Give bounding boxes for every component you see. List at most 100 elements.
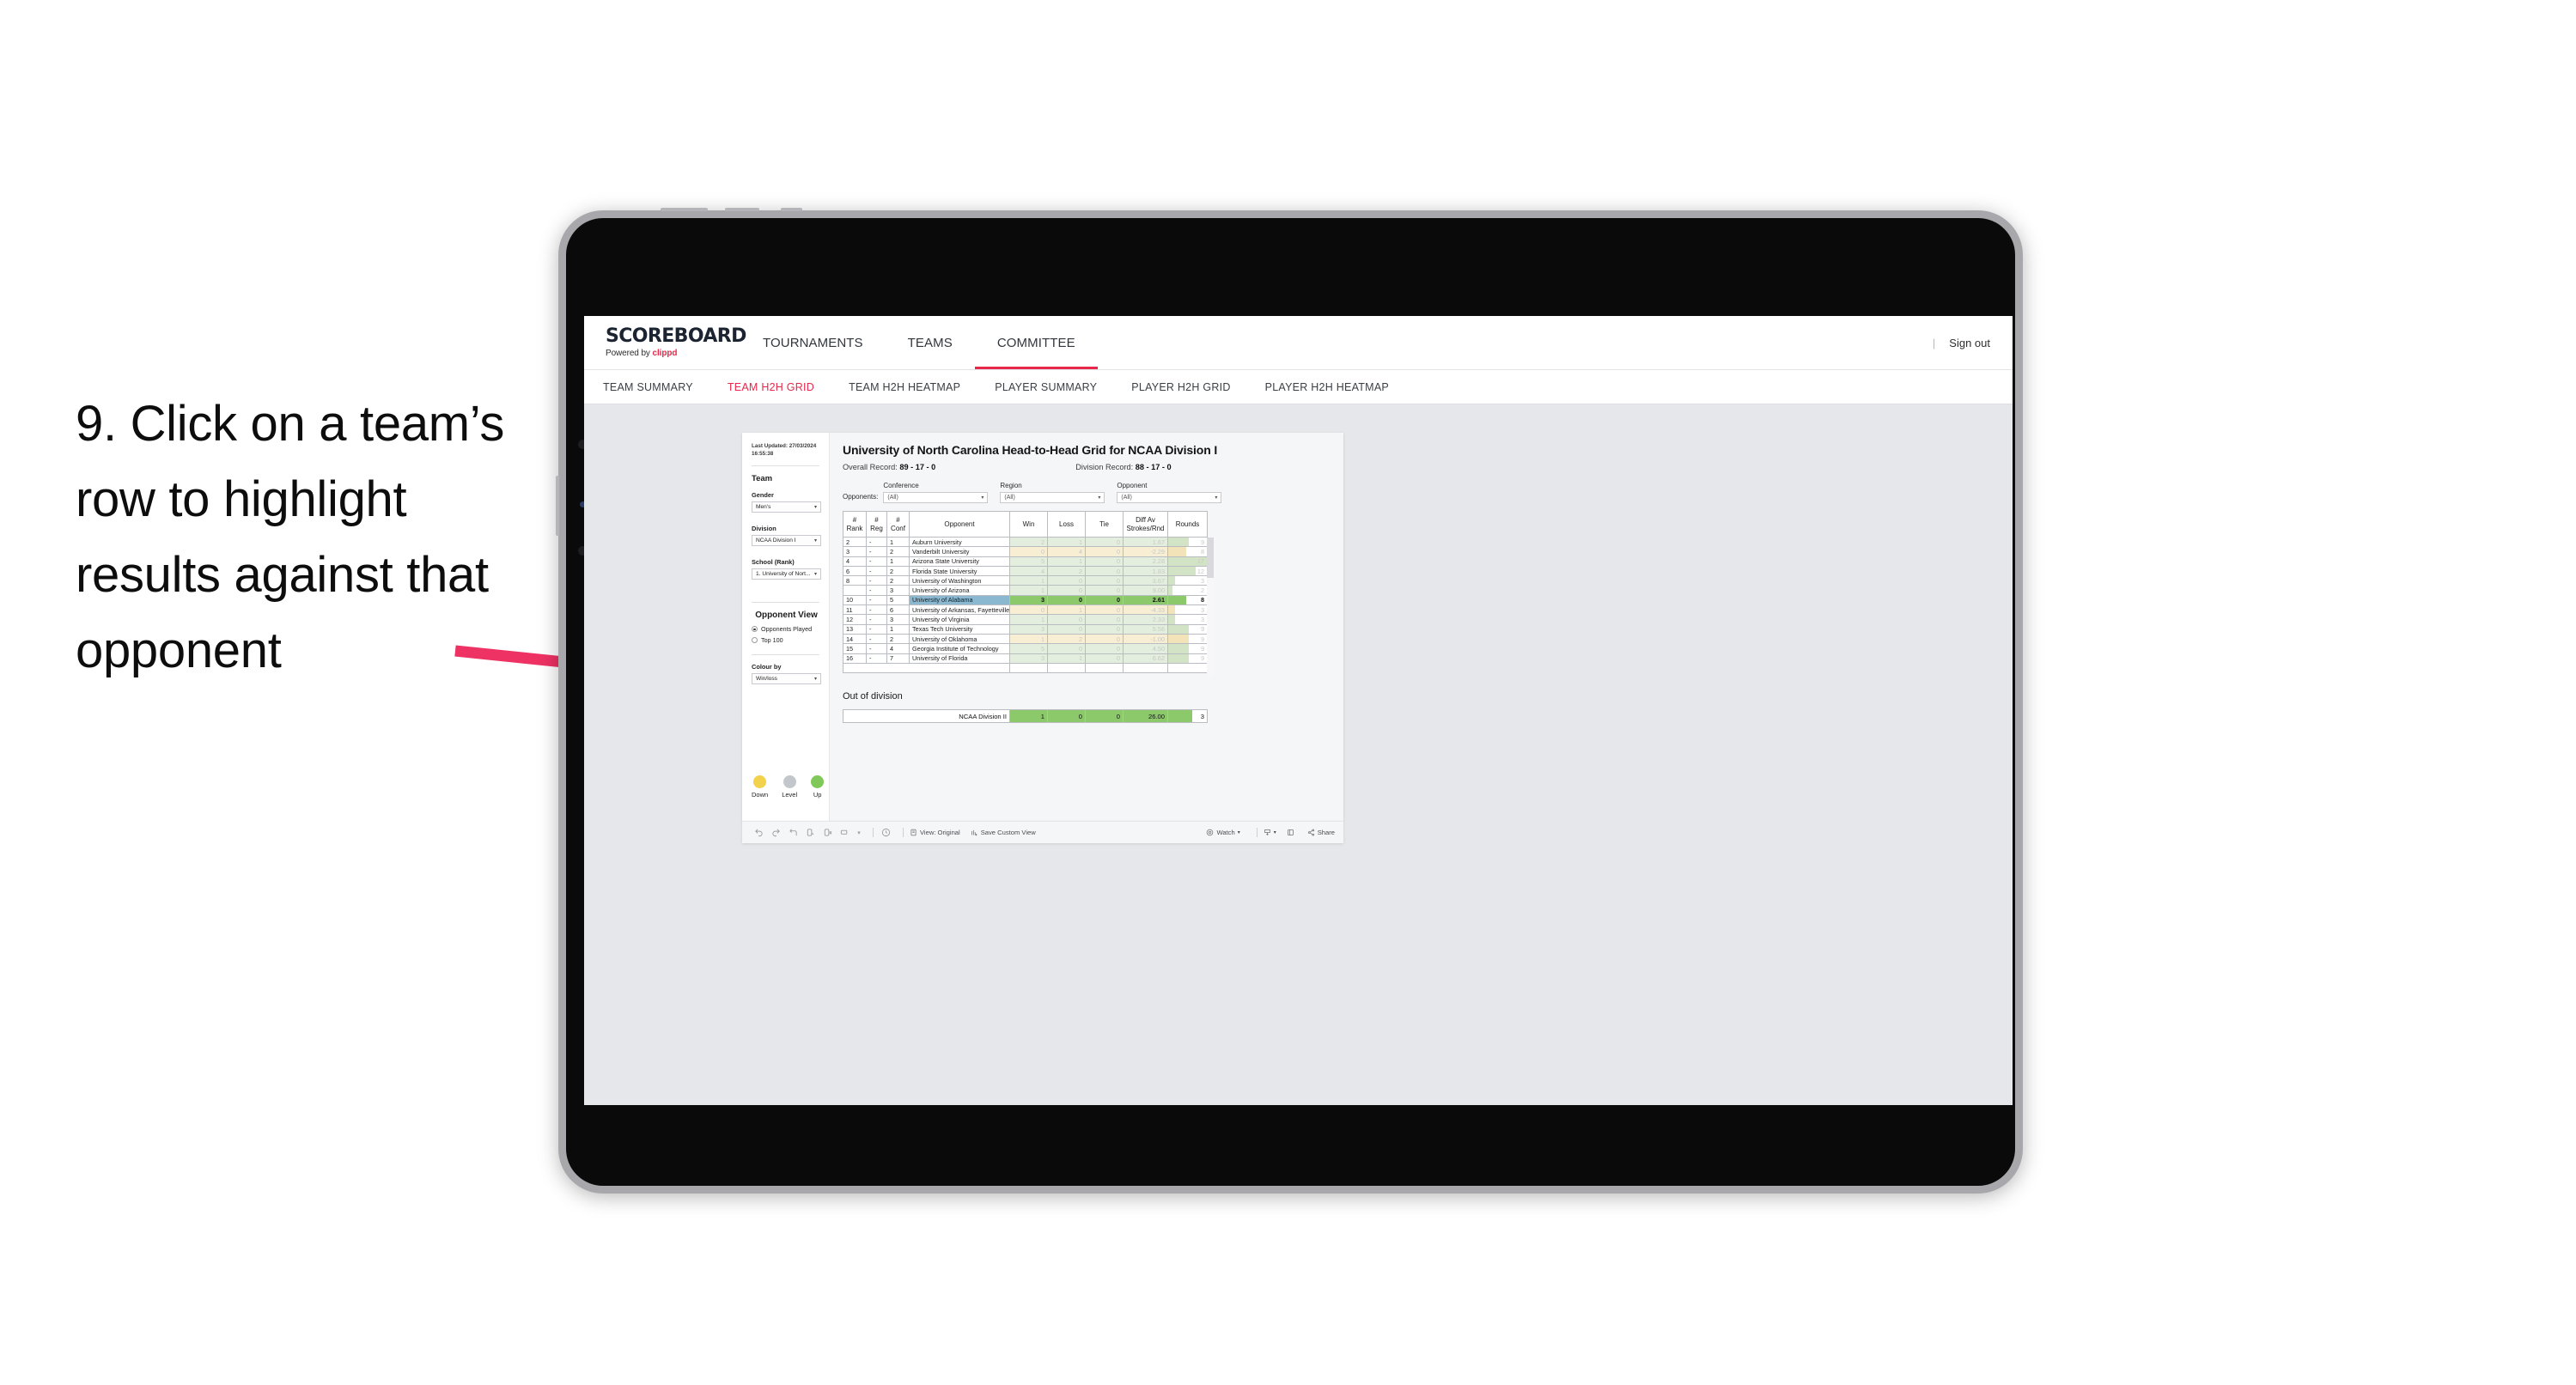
cell-opponent: Arizona State University <box>909 556 1010 567</box>
cell-tie: 0 <box>1085 594 1124 606</box>
subnav-team-h2h-heatmap[interactable]: TEAM H2H HEATMAP <box>849 381 960 393</box>
pause-icon[interactable] <box>821 826 834 839</box>
filter-opponent: Opponent (All) ▾ <box>1117 482 1222 503</box>
subnav-team-summary[interactable]: TEAM SUMMARY <box>603 381 693 393</box>
cell-reg: - <box>866 623 887 635</box>
fullscreen-button[interactable] <box>1287 829 1297 836</box>
cell-rounds: 9 <box>1167 653 1208 664</box>
cell-rank <box>843 585 867 596</box>
colour-by-select[interactable]: Win/loss ▾ <box>752 673 821 685</box>
table-row[interactable]: 16-7 University of Florida 3 1 0 6.62 9 <box>843 653 1208 664</box>
cell-win: 5 <box>1009 556 1048 567</box>
opponents-label: Opponents: <box>843 493 879 501</box>
out-of-division-row[interactable]: NCAA Division II 1 0 0 26.00 3 <box>843 709 1208 724</box>
cell-opponent: University of Virginia <box>909 614 1010 625</box>
chevron-down-icon: ▾ <box>1273 830 1276 835</box>
ood-label: NCAA Division II <box>843 709 1010 724</box>
radio-top-100[interactable]: Top 100 <box>752 636 821 644</box>
cell-opponent: Texas Tech University <box>909 623 1010 635</box>
undo-icon[interactable] <box>752 826 765 839</box>
rounds-bar <box>1168 567 1196 575</box>
watch-button[interactable]: Watch ▾ <box>1206 829 1240 836</box>
table-row[interactable]: 11-6 University of Arkansas, Fayetteville… <box>843 604 1208 616</box>
cell-reg: - <box>866 585 887 596</box>
filter-conference-select[interactable]: (All) ▾ <box>883 492 989 503</box>
save-view-icon <box>971 829 978 836</box>
dashboard-workspace: Last Updated: 27/03/2024 16:55:38 Team G… <box>584 404 2013 1105</box>
table-row[interactable]: 8-2 University of Washington 1 0 0 3.67 3 <box>843 575 1208 586</box>
radio-opponents-played[interactable]: Opponents Played <box>752 625 821 633</box>
cell-rank: 8 <box>843 575 867 586</box>
filter-conference-label: Conference <box>883 482 919 489</box>
cell-rank: 3 <box>843 546 867 557</box>
legend-dot-up-icon <box>811 775 825 788</box>
table-row[interactable]: 12-3 University of Virginia 1 0 0 2.33 3 <box>843 614 1208 625</box>
tablet-top-button-3 <box>781 208 802 211</box>
revert-icon[interactable] <box>787 826 800 839</box>
cell-tie: 0 <box>1085 556 1124 567</box>
cell-win: 1 <box>1009 575 1048 586</box>
table-row[interactable]: 15-4 Georgia Institute of Technology 5 0 0 4.… <box>843 643 1208 654</box>
cell-opponent: University of Alabama <box>909 594 1010 606</box>
primary-nav: TOURNAMENTS TEAMS COMMITTEE <box>740 316 1098 369</box>
signout-divider: | <box>1932 336 1936 349</box>
filter-opponent-label: Opponent <box>1117 482 1148 489</box>
cell-rounds: 9 <box>1167 623 1208 635</box>
tablet-device-frame: SCOREBOARD Powered by clippd TOURNAMENTS… <box>556 208 2023 1194</box>
col-tie: Tie <box>1085 511 1124 538</box>
table-row[interactable]: -3 University of Arizona 1 0 0 9.00 2 <box>843 585 1208 596</box>
subnav-team-h2h-grid[interactable]: TEAM H2H GRID <box>728 381 814 393</box>
division-select[interactable]: NCAA Division I ▾ <box>752 535 821 547</box>
filters-sidebar: Last Updated: 27/03/2024 16:55:38 Team G… <box>742 433 830 821</box>
grid-scrollbar-thumb[interactable] <box>1207 538 1214 578</box>
redo-icon[interactable] <box>770 826 783 839</box>
tablet-volume-button[interactable] <box>556 476 559 536</box>
table-row[interactable]: 4-1 Arizona State University 5 1 0 2.28 17 <box>843 556 1208 567</box>
table-row[interactable]: 2-1 Auburn University 2 1 0 1.67 9 <box>843 536 1208 548</box>
share-button[interactable]: Share <box>1307 829 1335 836</box>
clock-icon[interactable] <box>880 826 892 839</box>
refresh-icon[interactable] <box>804 826 817 839</box>
table-row[interactable]: 6-2 Florida State University 4 2 0 1.83 12 <box>843 565 1208 577</box>
nav-tab-tournaments[interactable]: TOURNAMENTS <box>740 316 886 369</box>
cell-conf: 1 <box>886 536 910 548</box>
table-row[interactable]: 10-5 University of Alabama 3 0 0 2.61 8 <box>843 594 1208 606</box>
filter-opponent-select[interactable]: (All) ▾ <box>1117 492 1222 503</box>
filter-conference-value: (All) <box>887 495 898 501</box>
out-of-division-heading: Out of division <box>843 691 903 702</box>
grid-vertical-scrollbar[interactable] <box>1207 538 1214 677</box>
cell-conf: 6 <box>886 604 910 616</box>
table-row[interactable]: 3-2 Vanderbilt University 0 4 0 -2.29 8 <box>843 546 1208 557</box>
cell-rounds: 3 <box>1167 614 1208 625</box>
brand-clippd: clippd <box>652 349 678 358</box>
view-original-button[interactable]: View: Original <box>910 829 960 836</box>
cell-rank: 16 <box>843 653 867 664</box>
nav-tab-committee[interactable]: COMMITTEE <box>974 316 1098 369</box>
table-row[interactable]: 13-1 Texas Tech University 3 0 0 5.56 9 <box>843 623 1208 635</box>
filter-region-select[interactable]: (All) ▾ <box>1000 492 1105 503</box>
division-record-label: Division Record: <box>1075 463 1134 471</box>
download-button[interactable]: ▾ <box>1264 829 1276 836</box>
cell-reg: - <box>866 575 887 586</box>
signout-link[interactable]: Sign out <box>1949 337 1990 349</box>
save-custom-view-button[interactable]: Save Custom View <box>971 829 1036 836</box>
caret-down-icon[interactable]: ▾ <box>856 826 862 839</box>
opponent-view-heading: Opponent View <box>755 610 818 621</box>
gender-select[interactable]: Men’s ▾ <box>752 501 821 513</box>
filler-cell <box>843 662 1010 674</box>
cell-conf: 1 <box>886 556 910 567</box>
cell-win: 1 <box>1009 633 1048 645</box>
highlight-icon[interactable] <box>838 826 851 839</box>
col-conf-l1: # <box>896 515 900 524</box>
table-row[interactable]: 14-2 University of Oklahoma 1 2 0 -1.00 9 <box>843 633 1208 645</box>
cell-rank: 2 <box>843 536 867 548</box>
subnav-player-h2h-heatmap[interactable]: PLAYER H2H HEATMAP <box>1265 381 1389 393</box>
school-select[interactable]: 1. University of Nort... ▾ <box>752 568 821 580</box>
cell-reg: - <box>866 536 887 548</box>
nav-tab-teams[interactable]: TEAMS <box>886 316 975 369</box>
cell-opponent: University of Arizona <box>909 585 1010 596</box>
subnav-player-h2h-grid[interactable]: PLAYER H2H GRID <box>1131 381 1230 393</box>
cell-rounds: 17 <box>1167 556 1208 567</box>
subnav-player-summary[interactable]: PLAYER SUMMARY <box>995 381 1097 393</box>
table-filler-row <box>843 662 1208 674</box>
